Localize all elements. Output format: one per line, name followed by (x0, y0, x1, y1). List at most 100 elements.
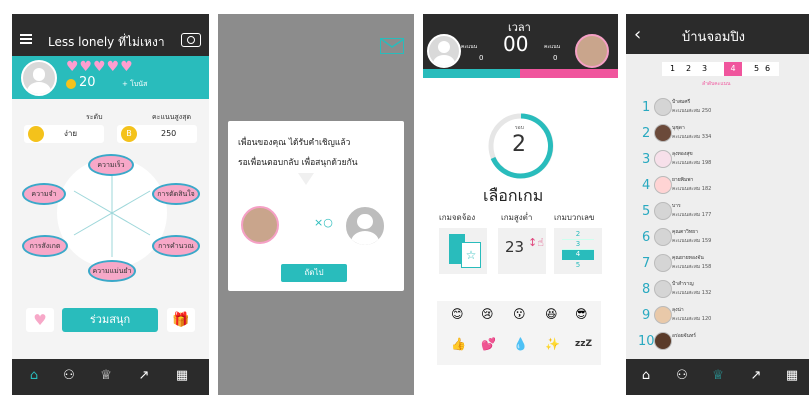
skill-decision[interactable]: การตัดสินใจ (152, 183, 200, 205)
page-2[interactable]: 2 (686, 64, 691, 73)
smile-emoji-icon[interactable]: 😊 (451, 307, 464, 321)
player-score: คะแนนสะสม 132 (672, 290, 712, 296)
page-5[interactable]: 5 (754, 64, 759, 73)
join-button[interactable]: ร่วมสนุก (62, 308, 158, 332)
friends-icon[interactable]: ⚇ (674, 369, 690, 383)
hand-arrows-icon: ↕☝ (528, 236, 544, 249)
opponent-photo (575, 34, 609, 68)
table-row[interactable]: 4 ยายพิมพาคะแนนสะสม 182 (626, 174, 776, 196)
memory-game-card[interactable]: ☆ (439, 228, 487, 274)
avatar (654, 306, 672, 324)
player-name: ป้าสมศรี (672, 99, 691, 105)
game-label-highlow: เกมสูงต่ำ (501, 213, 533, 222)
avatar (654, 124, 672, 142)
table-row[interactable]: 7 คุณยายทองจัน คะแนนสะสม 158 (626, 252, 776, 274)
cool-emoji-icon[interactable]: 😎 (575, 307, 588, 321)
player-score: คะแนนสะสม 182 (672, 186, 712, 192)
timer: 00 (503, 32, 529, 56)
header: ‹ บ้านจอมปิง (626, 14, 809, 54)
mail-flap (380, 38, 405, 48)
table-row[interactable]: 9 ลุงน่าคะแนนสะสม 120 (626, 304, 776, 326)
skill-accuracy[interactable]: ความแม่นยำ (88, 260, 136, 282)
opponent-score: 0 (553, 54, 558, 62)
sad-emoji-icon[interactable]: 😢 (481, 307, 494, 321)
rank: 3 (642, 152, 651, 167)
grid-icon[interactable]: ▦ (174, 369, 190, 383)
avatar (654, 202, 672, 220)
player-score: คะแนนสะสม 120 (672, 316, 712, 322)
kiss-emoji-icon[interactable]: 😗 (513, 307, 526, 321)
player-score: 0 (479, 54, 484, 62)
friends-icon[interactable]: ⚇ (61, 369, 77, 383)
table-row[interactable]: 6 คุณตาวิทยาคะแนนสะสม 159 (626, 226, 776, 248)
skill-memory[interactable]: ความจำ (22, 183, 66, 205)
bubble-tail (298, 173, 314, 185)
table-row[interactable]: 3 ลุงทองสุข คะแนนสะสม 198 (626, 148, 776, 170)
trophy-icon[interactable]: ♕ (710, 369, 726, 383)
num-2: 2 (562, 230, 594, 240)
player-name: ลุงทองสุข (672, 151, 693, 157)
chart-icon[interactable]: ↗ (748, 369, 764, 383)
skill-observation[interactable]: การสังเกต (22, 235, 68, 257)
avatar (654, 176, 672, 194)
table-row[interactable]: 2 นุชุดา คะแนนสะสม 334 (626, 122, 776, 144)
player-score: คะแนนสะสม 250 (672, 108, 712, 114)
opponent-score-label: คะแนน (544, 44, 561, 50)
num-4: 4 (562, 250, 594, 260)
player-name: ยายพิมพา (672, 177, 694, 183)
chart-icon[interactable]: ↗ (136, 369, 152, 383)
home-icon[interactable]: ⌂ (26, 369, 42, 383)
skill-speed[interactable]: ความเร็ว (88, 154, 134, 176)
player-name: คุณยายทองจัน (672, 255, 704, 261)
rank: 6 (642, 230, 651, 245)
back-icon[interactable]: ‹ (634, 24, 641, 45)
player-score: คะแนนสะสม 159 (672, 238, 712, 244)
hearts-emoji-icon[interactable]: 💕 (481, 337, 496, 351)
drop-emoji-icon[interactable]: 💧 (513, 337, 528, 351)
bottom-nav: ⌂ ⚇ ♕ ↗ ▦ (626, 359, 809, 395)
bottom-nav: ⌂ ⚇ ♕ ↗ ▦ (12, 359, 209, 395)
player-name: คุณตาวิทยา (672, 229, 698, 235)
player-name: บาร (672, 203, 681, 209)
heart-badge-icon[interactable]: ♥ (26, 308, 54, 332)
thumbs-up-icon[interactable]: 👍 (451, 337, 466, 351)
avatar (654, 228, 672, 246)
next-button[interactable]: ถัดไป (281, 264, 347, 282)
laugh-emoji-icon[interactable]: 😆 (545, 307, 558, 321)
trophy-icon[interactable]: ♕ (98, 369, 114, 383)
avatar (654, 150, 672, 168)
table-row[interactable]: 8 ป้าสำราญ คะแนนสะสม 132 (626, 278, 776, 300)
page-1[interactable]: 1 (670, 64, 675, 73)
invite-screen: เพื่อนของคุณ ได้รับคำเชิญแล้ว รอเพื่อนตอ… (218, 14, 414, 395)
player-name: นุชุดา (672, 125, 685, 131)
num-5: 5 (575, 261, 581, 269)
page-3[interactable]: 3 (702, 64, 707, 73)
table-row[interactable]: 5 บาร คะแนนสะสม 177 (626, 200, 776, 222)
grid-icon[interactable]: ▦ (784, 369, 800, 383)
avatar (654, 332, 672, 350)
rank: 1 (642, 100, 651, 115)
pending-icon: ×○ (314, 216, 333, 229)
highlow-game-card[interactable]: 23 ↕☝ (498, 228, 546, 274)
sleep-emoji-icon[interactable]: zzZ (575, 339, 592, 349)
page-6[interactable]: 6 (765, 64, 770, 73)
game-select-screen: เวลา 00 คะแนน 0 คะแนน 0 รอบ 2 เลือกเกม เ… (423, 14, 618, 395)
gift-icon[interactable]: 🎁 (167, 308, 195, 332)
rank: 8 (642, 282, 651, 297)
table-row[interactable]: 1 ป้าสมศรีคะแนนสะสม 250 (626, 96, 776, 118)
placeholder-avatar (344, 205, 386, 247)
sparkle-emoji-icon[interactable]: ✨ (545, 337, 560, 351)
emoji-panel: 😊 😢 😗 😆 😎 👍 💕 💧 ✨ zzZ (437, 301, 601, 365)
skill-calculation[interactable]: การคำนวณ (152, 235, 200, 257)
player-score-label: คะแนน (461, 44, 478, 50)
progress-pink (520, 69, 618, 78)
home-icon[interactable]: ⌂ (638, 369, 654, 383)
rank: 9 (642, 308, 651, 323)
table-row[interactable]: 10 อร่อยจันทร์ (626, 330, 776, 352)
page-4-active[interactable]: 4 (724, 62, 742, 76)
player-score: คะแนนสะสม 334 (672, 134, 712, 140)
rank: 4 (642, 178, 651, 193)
addition-game-card[interactable]: 2 3 4 5 (554, 228, 602, 274)
player-name: ลุงน่า (672, 307, 684, 313)
progress-teal (423, 69, 520, 78)
